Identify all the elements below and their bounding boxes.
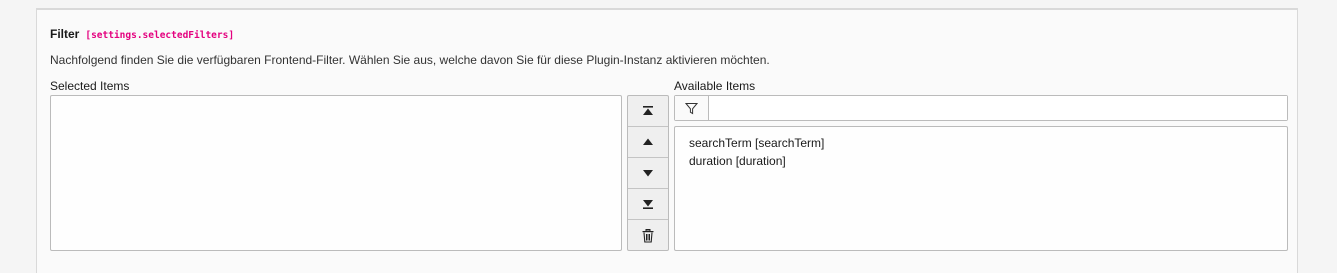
funnel-icon [675, 96, 709, 120]
filter-input[interactable] [709, 96, 1287, 120]
available-items-filter [674, 95, 1288, 121]
move-to-bottom-button[interactable] [628, 189, 668, 220]
move-to-top-icon [643, 106, 653, 115]
field-header: Filter [settings.selectedFilters] [50, 27, 234, 41]
available-items-label: Available Items [674, 79, 756, 93]
move-to-top-button[interactable] [628, 96, 668, 127]
field-label: Filter [50, 27, 80, 41]
move-down-icon [643, 170, 653, 177]
move-down-button[interactable] [628, 158, 668, 189]
list-item[interactable]: searchTerm [searchTerm] [689, 136, 824, 150]
field-setting-key: [settings.selectedFilters] [85, 30, 235, 41]
field-description: Nachfolgend finden Sie die verfügbaren F… [50, 53, 770, 67]
selected-items-list[interactable] [50, 95, 622, 251]
move-up-button[interactable] [628, 127, 668, 158]
move-up-icon [643, 138, 653, 145]
filter-field-panel: Filter [settings.selectedFilters] Nachfo… [36, 8, 1298, 273]
move-controls [627, 95, 669, 251]
list-item[interactable]: duration [duration] [689, 154, 786, 168]
available-items-list[interactable]: searchTerm [searchTerm] duration [durati… [674, 126, 1288, 251]
remove-button[interactable] [628, 220, 668, 251]
panel-divider [37, 9, 1297, 10]
selected-items-label: Selected Items [50, 79, 130, 93]
trash-icon [642, 228, 654, 243]
move-to-bottom-icon [643, 200, 653, 209]
